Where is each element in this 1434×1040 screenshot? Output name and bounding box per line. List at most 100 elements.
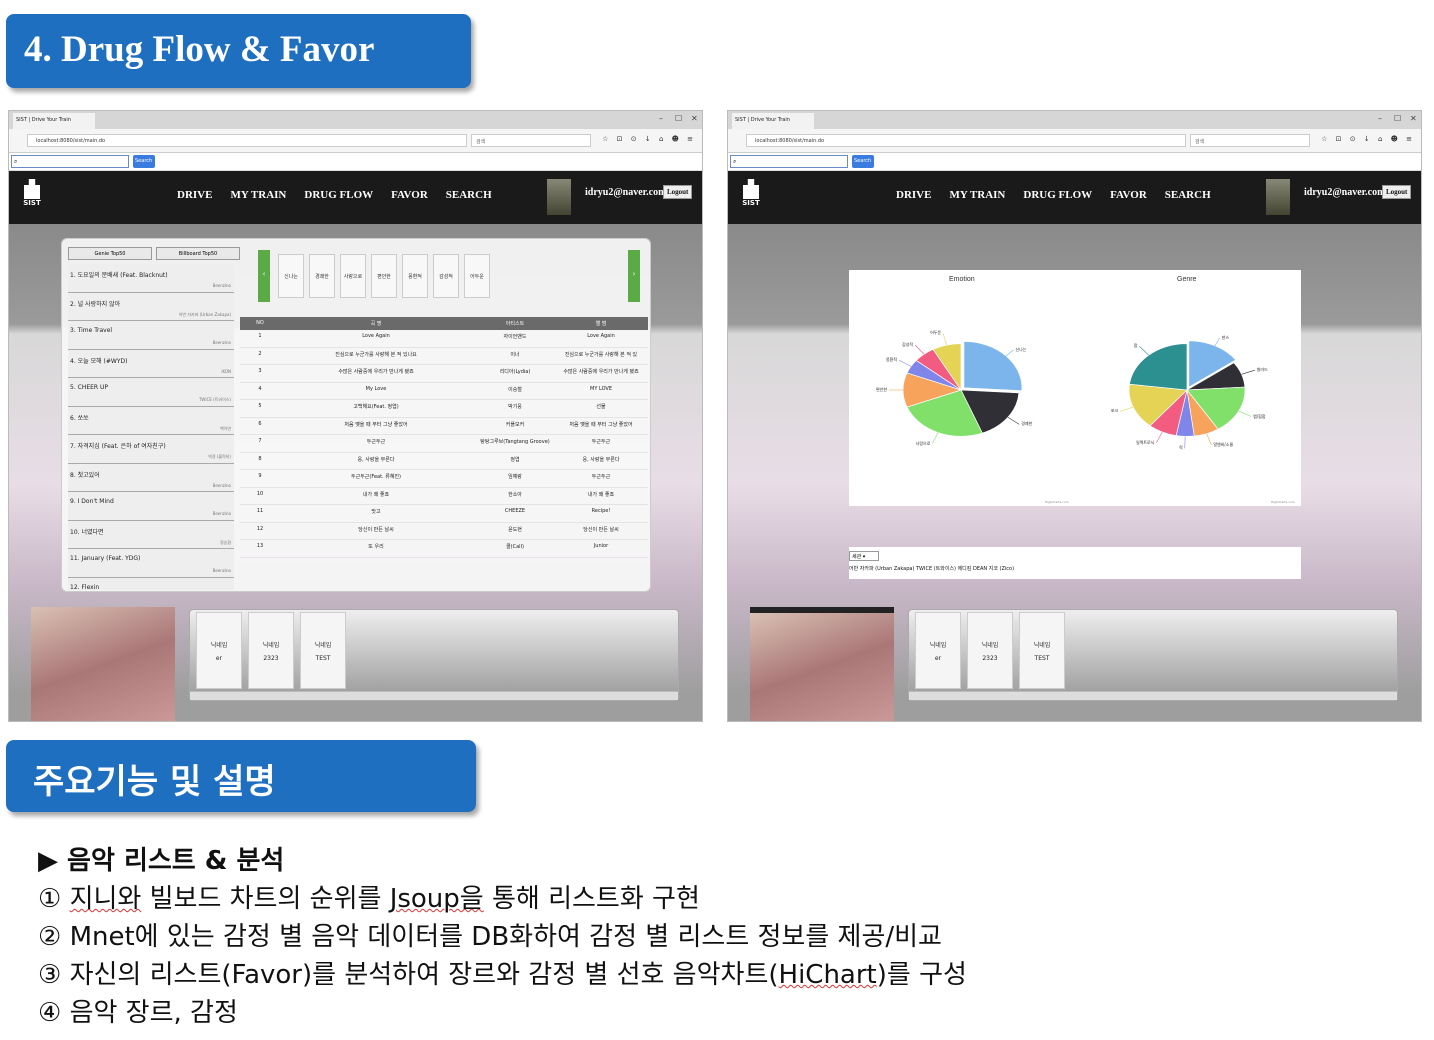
- find-button[interactable]: Search: [133, 155, 155, 168]
- song-artist: Beenzino: [212, 340, 231, 345]
- emotion-button[interactable]: 편안한: [371, 254, 397, 298]
- emotion-button[interactable]: 어두운: [464, 254, 490, 298]
- minimize-icon[interactable]: –: [1378, 114, 1382, 123]
- site-logo[interactable]: SIST: [738, 179, 764, 213]
- song-title: 1. 도요일의 문배새 (Feat. Blacknut): [70, 272, 168, 279]
- browser-tab[interactable]: SIST | Drive Your Train: [732, 113, 814, 129]
- table-cell: 응, 사랑을 부른다: [357, 456, 395, 463]
- table-row[interactable]: 10 내가 왜 좋죠 한소아 내가 왜 좋죠: [240, 488, 648, 505]
- friend-card[interactable]: 닉네임 er: [915, 612, 961, 689]
- top-chart-list[interactable]: 1. 도요일의 문배새 (Feat. Blacknut) Beenzino 2. 널…: [68, 264, 234, 590]
- nav-search[interactable]: SEARCH: [446, 189, 492, 201]
- list-item[interactable]: 3. Time Travel Beenzino: [68, 321, 234, 350]
- list-item[interactable]: 4. 오늘 모해 (#WYD) iKON: [68, 349, 234, 378]
- nav-menu: DRIVE MY TRAIN DRUG FLOW FAVOR SEARCH: [177, 189, 492, 201]
- table-row[interactable]: 5 고백해요(Feat. 정엽) 박기웅 선물: [240, 400, 648, 418]
- browser-tools[interactable]: ☆ ⊡ ⊙ ↓ ⌂ ☻ ≡: [602, 135, 696, 143]
- list-item[interactable]: 8. 첫고있어 Beenzino: [68, 463, 234, 492]
- pie-leader: [1241, 369, 1255, 375]
- col-artist: 아티스트: [505, 321, 525, 327]
- horizontal-scrollbar[interactable]: [909, 691, 1397, 700]
- table-cell: 13: [256, 543, 264, 549]
- pie-slice[interactable]: [1129, 343, 1188, 391]
- table-row[interactable]: 12 당신이 만든 날씨 윤도현 당신이 만든 날씨: [240, 523, 648, 540]
- prev-arrow-icon[interactable]: ‹: [258, 250, 270, 302]
- friend-card[interactable]: 닉네임 TEST: [300, 612, 346, 689]
- close-icon[interactable]: ✕: [1410, 114, 1417, 123]
- logout-button[interactable]: Logout: [1382, 185, 1412, 199]
- tab-billboard-top50[interactable]: Billboard Top50: [156, 247, 240, 260]
- friend-card[interactable]: 닉네임 2323: [967, 612, 1013, 689]
- site-navbar: SIST DRIVE MY TRAIN DRUG FLOW FAVOR SEAR…: [728, 171, 1421, 224]
- video-thumbnail[interactable]: [31, 607, 175, 721]
- emotion-button[interactable]: 신나는: [278, 254, 304, 298]
- site-logo[interactable]: SIST: [19, 179, 45, 213]
- url-input[interactable]: localhost:8080/sist/main.do: [27, 134, 467, 147]
- nav-drive[interactable]: DRIVE: [896, 189, 931, 201]
- nav-my-train[interactable]: MY TRAIN: [230, 189, 286, 201]
- nav-drive[interactable]: DRIVE: [177, 189, 212, 201]
- table-row[interactable]: 13 또 우리 콜(Call) Junior: [240, 540, 648, 558]
- table-row[interactable]: 2 진심으로 누군가를 사랑해 본 적 있나요 이너 진심으로 누군가를 사랑해 본 …: [240, 348, 648, 365]
- list-item[interactable]: 12. Flexin: [68, 577, 234, 590]
- friend-card[interactable]: 닉네임 er: [196, 612, 242, 689]
- table-cell: 3: [258, 368, 262, 374]
- table-row[interactable]: 7 두근두근 탕탕그루브(Tangtang Groove) 두근두근: [240, 435, 648, 453]
- emotion-button[interactable]: 몽환적: [402, 254, 428, 298]
- friend-card[interactable]: 닉네임 TEST: [1019, 612, 1065, 689]
- nav-search[interactable]: SEARCH: [1165, 189, 1211, 201]
- minimize-icon[interactable]: –: [659, 114, 663, 123]
- pie-label: 편안한: [875, 387, 887, 392]
- emotion-button[interactable]: 사랑으로: [340, 254, 366, 298]
- browser-search-input[interactable]: 검색: [1190, 134, 1310, 147]
- table-row[interactable]: 8 응, 사랑을 부른다 정엽 응, 사랑을 부른다: [240, 453, 648, 470]
- table-row[interactable]: 6 처음 맺을 때 부터 그냥 좋았어 커플모커 처음 맺을 때 부터 그냥 좋았어: [240, 418, 648, 435]
- browser-tools[interactable]: ☆ ⊡ ⊙ ↓ ⌂ ☻ ≡: [1321, 135, 1415, 143]
- tab-genie-top50[interactable]: Genie Top50: [68, 247, 152, 260]
- emotion-button[interactable]: 감성적: [433, 254, 459, 298]
- table-cell: 당신이 만든 날씨: [583, 526, 619, 533]
- filter-select[interactable]: 세관 ▾: [849, 551, 879, 561]
- nav-drug-flow[interactable]: DRUG FLOW: [1023, 189, 1092, 201]
- logout-button[interactable]: Logout: [663, 185, 693, 199]
- horizontal-scrollbar[interactable]: [190, 691, 678, 700]
- maximize-icon[interactable]: ☐: [675, 114, 682, 123]
- pie-leader: [898, 360, 912, 367]
- list-item[interactable]: 7. 자격지심 (Feat. 은하 of 여자친구) 박경 (블락비): [68, 435, 234, 464]
- site-navbar: SIST DRIVE MY TRAIN DRUG FLOW FAVOR SEAR…: [9, 171, 702, 224]
- list-item[interactable]: 6. 쏘쏘 백아연: [68, 406, 234, 435]
- find-input[interactable]: ⌕: [11, 155, 129, 168]
- feature-1: ① 지니와 빌보드 차트의 순위를 Jsoup을 통해 리스트화 구현: [38, 884, 700, 914]
- list-item[interactable]: 5. CHEER UP TWICE (트와이스): [68, 378, 234, 407]
- nav-favor[interactable]: FAVOR: [391, 189, 428, 201]
- table-row[interactable]: 4 My Love 이승철 MY LOVE: [240, 383, 648, 400]
- nav-favor[interactable]: FAVOR: [1110, 189, 1147, 201]
- list-item[interactable]: 9. I Don't Mind Beenzino: [68, 492, 234, 521]
- nav-drug-flow[interactable]: DRUG FLOW: [304, 189, 373, 201]
- maximize-icon[interactable]: ☐: [1394, 114, 1401, 123]
- friend-card[interactable]: 닉네임 2323: [248, 612, 294, 689]
- list-item[interactable]: 11. January (Feat. YDG) Beenzino: [68, 549, 234, 578]
- close-icon[interactable]: ✕: [691, 114, 698, 123]
- table-row[interactable]: 11 맛고 CHEEZE Recipe!: [240, 505, 648, 523]
- nav-my-train[interactable]: MY TRAIN: [949, 189, 1005, 201]
- find-input[interactable]: ⌕: [730, 155, 848, 168]
- find-button[interactable]: Search: [852, 155, 874, 168]
- table-row[interactable]: 3 수많은 사람중에 우리가 만나게 됐죠 리디아(Lydia) 수많은 사람중에 우…: [240, 365, 648, 383]
- table-cell: Love Again: [587, 333, 615, 339]
- browser-tab[interactable]: SIST | Drive Your Train: [13, 113, 95, 129]
- song-artist: 정승환: [219, 539, 231, 545]
- table-row[interactable]: 9 두근두근(Feat. 류혜진) 임예랑 두근두근: [240, 470, 648, 488]
- table-row[interactable]: 1 Love Again 자이언밴드 Love Again: [240, 330, 648, 348]
- url-input[interactable]: localhost:8080/sist/main.do: [746, 134, 1186, 147]
- next-arrow-icon[interactable]: ›: [628, 250, 640, 302]
- emotion-button[interactable]: 경쾌한: [309, 254, 335, 298]
- browser-search-input[interactable]: 검색: [471, 134, 591, 147]
- table-body: 1 Love Again 자이언밴드 Love Again 2 진심으로 누군가를 사랑해…: [240, 330, 648, 558]
- list-item[interactable]: 10. 너였다면 정승환: [68, 520, 234, 549]
- list-item[interactable]: 2. 널 사랑하지 않아 어반 자카파 (Urban Zakapa): [68, 292, 234, 321]
- list-item[interactable]: 1. 도요일의 문배새 (Feat. Blacknut) Beenzino: [68, 264, 234, 293]
- pie-slice[interactable]: [963, 341, 1023, 392]
- table-header: NO 곡 명 아티스트 앨 범: [240, 317, 648, 330]
- video-thumbnail[interactable]: [750, 607, 894, 721]
